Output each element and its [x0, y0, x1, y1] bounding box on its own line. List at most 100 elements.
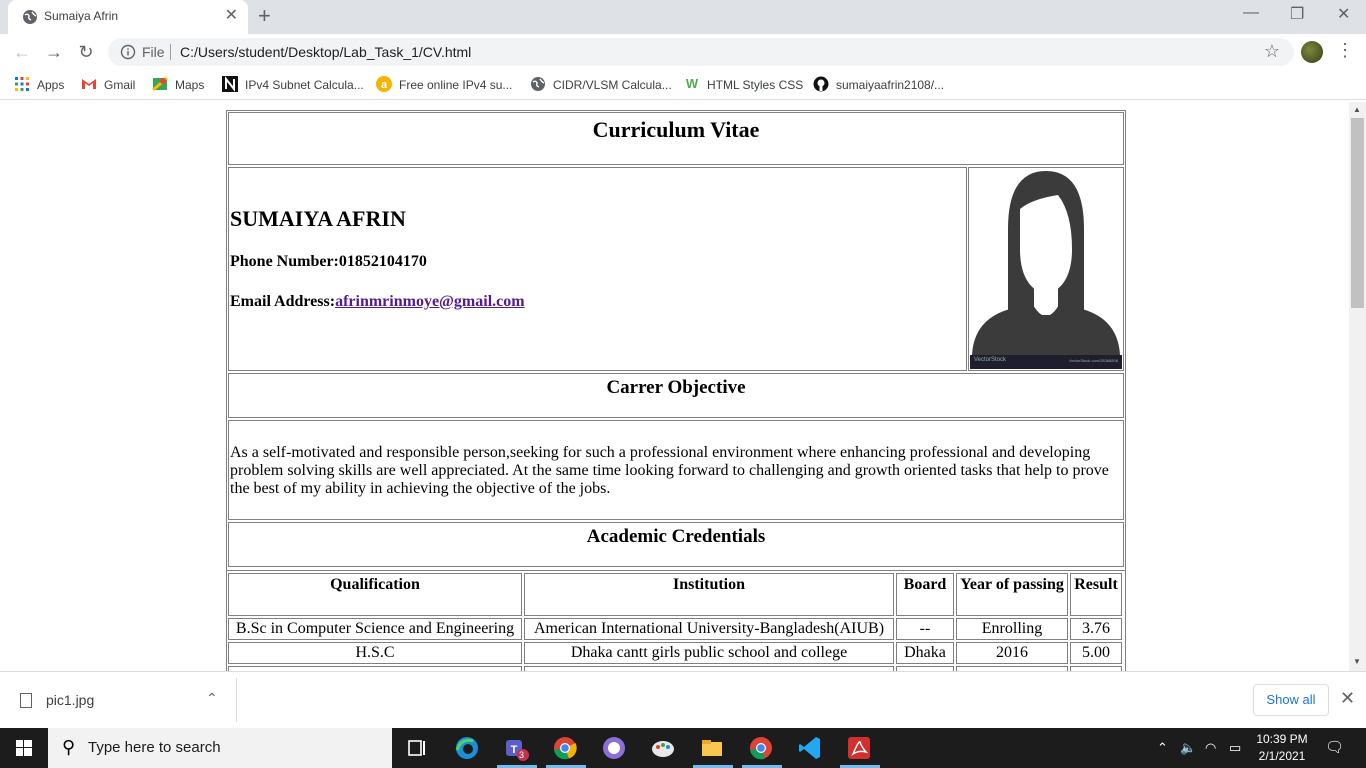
bookmark-ipv4-subnet[interactable]: IPv4 Subnet Calcula...	[222, 76, 364, 92]
windows-logo-icon	[16, 740, 32, 756]
tab-strip: Sumaiya Afrin ✕ + — ❐ ✕	[0, 0, 1366, 34]
table-cell: 5.00	[1082, 644, 1110, 661]
search-placeholder: Type here to search	[88, 739, 221, 756]
bookmark-maps[interactable]: Maps	[152, 76, 204, 92]
objective-title-cell: Carrer Objective	[228, 373, 1124, 418]
th-result: Result	[1070, 573, 1122, 616]
clock-time: 10:39 PM	[1256, 732, 1308, 746]
table-row-1-institution: American International University-Bangla…	[524, 618, 894, 640]
minimize-icon[interactable]: —	[1243, 4, 1259, 22]
close-download-bar-icon[interactable]: ✕	[1340, 688, 1355, 709]
back-icon[interactable]: ←	[8, 38, 36, 66]
download-divider	[236, 678, 237, 722]
bookmark-html-styles[interactable]: W HTML Styles CSS	[684, 76, 803, 92]
w3schools-icon: W	[686, 76, 699, 91]
bookmark-label: HTML Styles CSS	[707, 78, 804, 92]
table-cell: Dhaka cantt girls public school and coll…	[570, 644, 848, 661]
bookmark-label: Maps	[175, 78, 205, 92]
objective-title: Carrer Objective	[606, 377, 746, 398]
download-bar: pic1.jpg ⌃ Show all ✕	[0, 671, 1366, 728]
window-close-icon[interactable]: ✕	[1337, 4, 1350, 24]
bookmark-label: sumaiyaafrin2108/...	[836, 78, 945, 92]
github-desktop-icon[interactable]	[600, 734, 628, 762]
photo-cell: VectorStock VectorStock.com/28368808	[968, 167, 1124, 371]
tab-close-icon[interactable]: ✕	[225, 7, 238, 25]
acrobat-icon[interactable]	[845, 734, 873, 762]
browser-tab[interactable]: Sumaiya Afrin ✕	[8, 0, 248, 34]
th-label: Board	[903, 576, 947, 593]
notifications-icon[interactable]: 🗨	[1325, 738, 1344, 756]
phone-line: Phone Number:01852104170	[230, 253, 427, 271]
restore-icon[interactable]: ❐	[1290, 4, 1304, 24]
gmail-icon	[82, 79, 96, 89]
edge-icon[interactable]	[453, 734, 481, 762]
reload-icon[interactable]: ↻	[72, 38, 100, 66]
svg-text:a: a	[381, 79, 388, 91]
profile-avatar[interactable]	[1301, 41, 1323, 63]
forward-icon[interactable]: →	[40, 38, 68, 66]
new-tab-icon[interactable]: +	[258, 4, 271, 28]
table-row-2-result: 5.00	[1070, 642, 1122, 664]
menu-icon[interactable]: ⋮	[1336, 40, 1354, 61]
th-label: Institution	[672, 576, 746, 593]
scroll-up-icon[interactable]: ▲	[1353, 105, 1361, 114]
th-label: Result	[1074, 576, 1118, 593]
scrollbar-thumb[interactable]	[1351, 118, 1364, 308]
url-text[interactable]: C:/Users/student/Desktop/Lab_Task_1/CV.h…	[180, 44, 471, 60]
vscode-icon[interactable]	[796, 734, 824, 762]
apps-grid-icon	[15, 77, 29, 91]
download-item[interactable]: pic1.jpg	[20, 692, 94, 708]
bookmark-apps[interactable]: Apps	[14, 76, 64, 92]
tab-title: Sumaiya Afrin	[44, 9, 119, 23]
wifi-icon[interactable]: ◠	[1205, 740, 1216, 756]
clock-date: 2/1/2021	[1258, 749, 1306, 763]
table-row-2-year: 2016	[956, 642, 1068, 664]
browser-toolbar: ← → ↻ File C:/Users/student/Desktop/Lab_…	[0, 34, 1366, 70]
bookmark-github[interactable]: sumaiyaafrin2108/...	[813, 76, 944, 92]
bookmark-label: Free online IPv4 su...	[399, 78, 513, 92]
table-row-2-qualification: H.S.C	[228, 642, 522, 664]
chrome-canary-icon[interactable]	[747, 734, 775, 762]
scroll-down-icon[interactable]: ▼	[1353, 657, 1361, 666]
th-board: Board	[896, 573, 954, 616]
bookmark-label: CIDR/VLSM Calcula...	[553, 78, 672, 92]
n-logo-icon	[222, 76, 238, 92]
table-cell: American International University-Bangla…	[533, 620, 885, 637]
search-icon: ⚲	[62, 737, 76, 757]
task-view-icon[interactable]	[403, 734, 431, 762]
taskbar: ⚲ Type here to search T 3 ⌃ 🔈 ◠ ▭ 10:39 …	[0, 728, 1366, 768]
volume-icon[interactable]: 🔈	[1180, 740, 1196, 756]
battery-icon[interactable]: ▭	[1229, 740, 1241, 756]
show-all-button[interactable]: Show all	[1253, 684, 1329, 716]
globe-icon	[23, 10, 37, 24]
academic-title: Academic Credentials	[586, 526, 766, 547]
start-button[interactable]	[0, 728, 48, 768]
paint-icon[interactable]	[649, 734, 677, 762]
th-institution: Institution	[524, 573, 894, 616]
chevron-up-icon[interactable]: ⌃	[206, 690, 218, 707]
vertical-scrollbar[interactable]: ▲ ▼	[1349, 102, 1366, 671]
bookmark-gmail[interactable]: Gmail	[81, 76, 135, 92]
chrome-icon[interactable]	[551, 734, 579, 762]
info-icon[interactable]	[120, 44, 136, 60]
teams-icon[interactable]: T	[502, 734, 530, 762]
table-row-2-institution: Dhaka cantt girls public school and coll…	[524, 642, 894, 664]
show-hidden-icons-icon[interactable]: ⌃	[1157, 740, 1168, 756]
th-qualification: Qualification	[228, 573, 522, 616]
taskbar-search[interactable]: ⚲ Type here to search	[48, 728, 392, 768]
bookmark-free-ipv4[interactable]: a Free online IPv4 su...	[376, 76, 512, 92]
address-bar[interactable]: File C:/Users/student/Desktop/Lab_Task_1…	[108, 38, 1294, 66]
table-row-1-year: Enrolling	[956, 618, 1068, 640]
table-row-1-result: 3.76	[1070, 618, 1122, 640]
bookmark-star-icon[interactable]: ☆	[1264, 41, 1280, 62]
profile-photo	[970, 169, 1122, 369]
table-row-2-board: Dhaka	[896, 642, 954, 664]
file-icon	[20, 693, 32, 708]
email-link[interactable]: afrinmrinmoye@gmail.com	[335, 293, 525, 310]
clock[interactable]: 10:39 PM 2/1/2021	[1254, 731, 1310, 765]
file-explorer-icon[interactable]	[698, 734, 726, 762]
cv-title: Curriculum Vitae	[592, 117, 760, 142]
bookmarks-bar: Apps Gmail Maps IPv4 Subnet Calcula... a…	[0, 70, 1366, 100]
github-icon	[813, 76, 829, 92]
bookmark-cidr-vlsm[interactable]: CIDR/VLSM Calcula...	[530, 76, 672, 92]
